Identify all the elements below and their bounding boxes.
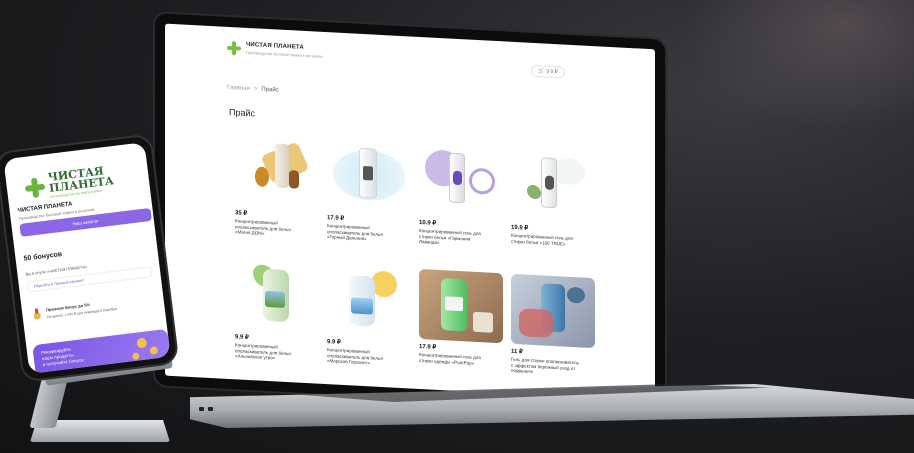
product-grid: 35 ₽ Концентрированный ополаскиватель дл… (235, 135, 635, 390)
product-card[interactable]: 35 ₽ Концентрированный ополаскиватель дл… (235, 135, 321, 250)
product-card[interactable]: 11 ₽ Гель для стирки ополаскиватель с эф… (511, 273, 597, 389)
breadcrumb-current: Прайс (261, 86, 279, 94)
product-card[interactable]: 9.9 ₽ Концентрированный ополаскиватель д… (327, 264, 413, 379)
usb-port-icon (199, 407, 204, 411)
product-name[interactable]: Концентрированный гель для стирки одежды… (419, 352, 489, 367)
breadcrumb-separator: > (253, 86, 258, 93)
cart-total: 3 0 ₽ (546, 68, 558, 76)
breadcrumb: Главная > Прайс (227, 85, 279, 94)
golden-bottle-icon (235, 135, 319, 209)
background-glow (684, 0, 914, 130)
page-title: Прайс (229, 106, 256, 119)
cart-button[interactable]: 🛒 3 0 ₽ (531, 64, 565, 79)
coin-icon (131, 352, 140, 361)
product-name[interactable]: Концентрированный ополаскиватель для бел… (235, 342, 305, 362)
herb-bottle-icon (511, 150, 595, 224)
site-logo[interactable]: ЧИСТАЯ ПЛАНЕТА Производство бытовой хими… (227, 41, 323, 60)
product-name[interactable]: Концентрированный гель для стирки белья … (419, 228, 489, 248)
product-card[interactable]: 19.9 ₽ Концентрированный гель для стирки… (511, 150, 597, 265)
product-name[interactable]: Гель для стирки ополаскиватель с эффекто… (511, 357, 581, 377)
white-bottle-water-icon (327, 140, 411, 214)
phone: ЧИСТАЯ ПЛАНЕТА ПРОИЗВОДСТВО БЫТОВОЙ ХИМИ… (0, 133, 180, 383)
product-card[interactable]: 17.9 ₽ Концентрированный ополаскиватель … (327, 140, 413, 255)
phone-screen: ЧИСТАЯ ПЛАНЕТА ПРОИЗВОДСТВО БЫТОВОЙ ХИМИ… (3, 142, 171, 374)
referral-banner[interactable]: Рекомендуйте наши продукты и получайте б… (32, 328, 171, 374)
laptop-screen: ЧИСТАЯ ПЛАНЕТА Производство бытовой хими… (165, 23, 655, 402)
product-card[interactable]: 17.9 ₽ Концентрированный гель для стирки… (419, 268, 505, 384)
product-name[interactable]: Концентрированный гель для стирки белья … (511, 233, 581, 248)
green-bottle-icon (235, 259, 319, 333)
laptop-lid: ЧИСТАЯ ПЛАНЕТА Производство бытовой хими… (153, 11, 667, 414)
product-card[interactable]: 10.9 ₽ Концентрированный гель для стирки… (419, 145, 505, 260)
product-name[interactable]: Концентрированный ополаскиватель для бел… (235, 218, 305, 238)
cross-logo-icon (24, 176, 46, 198)
product-name[interactable]: Концентрированный ополаскиватель для бел… (327, 223, 397, 243)
sun-bottle-icon (327, 264, 411, 338)
cross-logo-icon (227, 41, 241, 56)
medal-icon (32, 308, 42, 320)
lavender-bottle-icon (419, 145, 503, 219)
product-card[interactable]: 9.9 ₽ Концентрированный ополаскиватель д… (235, 259, 321, 374)
green-canister-photo-icon (419, 268, 503, 344)
bonus-balance: 50 бонусов (23, 251, 63, 263)
blue-canister-photo-icon (511, 273, 595, 349)
phone-logo[interactable]: ЧИСТАЯ ПЛАНЕТА ПРОИЗВОДСТВО БЫТОВОЙ ХИМИ… (23, 164, 115, 202)
breadcrumb-home[interactable]: Главная (227, 85, 250, 92)
cart-icon: 🛒 (538, 68, 545, 75)
product-name[interactable]: Концентрированный ополаскиватель для бел… (327, 347, 397, 367)
usb-port-icon (208, 407, 213, 411)
